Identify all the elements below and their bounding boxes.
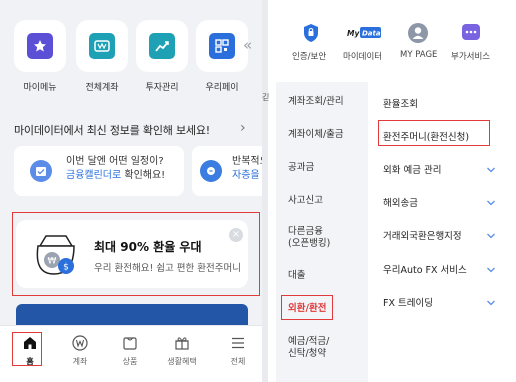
mydata-promo-row[interactable]: 마이데이터에서 최신 정보를 확인해 보세요! › [0, 114, 262, 146]
side-letter: 긷 [262, 93, 270, 102]
more-icon [460, 22, 482, 44]
tab-label: 계좌 [72, 357, 88, 366]
category-item[interactable]: 계좌이체/출금 [288, 129, 344, 141]
category-item[interactable]: 계좌조회/관리 [288, 96, 344, 108]
tab-label: 생활혜택 [167, 357, 197, 366]
card-line: 이번 달엔 어떤 일정이? [66, 156, 164, 167]
submenu-item[interactable]: 해외송금 [383, 195, 418, 209]
category-item[interactable]: 예금/적금/ 신탁/청약 [288, 336, 329, 360]
chevron-down-icon[interactable] [486, 198, 496, 208]
top-menu-security[interactable] [291, 22, 331, 44]
tab-label: 전체 [230, 357, 246, 366]
wallet-icon [89, 33, 115, 59]
category-item[interactable]: 사고신고 [288, 195, 323, 207]
scroll-left-icon[interactable]: « [243, 36, 252, 54]
quick-menu-investment[interactable] [136, 20, 188, 72]
tab-label: 상품 [122, 357, 138, 366]
tab-accounts[interactable]: 계좌 [58, 332, 102, 367]
tab-all[interactable]: 전체 [216, 332, 260, 367]
card-line: 반복적으 [232, 156, 262, 167]
card-link[interactable]: 자층을 확 [232, 170, 262, 181]
calendar-icon [30, 160, 52, 182]
top-menu-label: MY PAGE [400, 50, 438, 60]
highlight-box [12, 212, 260, 296]
shield-icon [300, 22, 322, 44]
top-menu-extra[interactable] [451, 22, 491, 44]
quick-menu-label: 마이메뉴 [23, 83, 57, 93]
mydata-promo-text: 마이데이터에서 최신 정보를 확인해 보세요! [14, 124, 210, 137]
repeat-asset-card[interactable]: 반복적으 자층을 확 [192, 146, 262, 196]
card-link[interactable]: 금융캘린더로 [66, 170, 121, 181]
quick-menu-wooripay[interactable] [196, 20, 248, 72]
finance-calendar-card[interactable]: 이번 달엔 어떤 일정이? 금융캘린더로 확인해요! [14, 146, 184, 196]
divider [262, 0, 268, 382]
category-item[interactable]: 대출 [288, 270, 305, 282]
person-icon [407, 22, 429, 44]
menu-icon [216, 332, 260, 354]
tab-benefits[interactable]: 생활혜택 [160, 332, 204, 367]
mydata-icon: My Data [346, 22, 382, 44]
chevron-down-icon[interactable] [486, 265, 496, 275]
top-menu-label: 부가서비스 [451, 52, 491, 62]
star-icon [27, 33, 53, 59]
submenu-item[interactable]: 외화 예금 관리 [383, 162, 441, 176]
coin-icon [200, 160, 222, 182]
top-menu-label: 인증/보안 [292, 52, 327, 62]
highlight-box [378, 120, 490, 146]
top-menu-mydata[interactable]: My Data [344, 22, 384, 44]
category-item[interactable]: 다른금융 (오픈뱅킹) [288, 226, 330, 250]
pay-icon [209, 33, 235, 59]
submenu-item[interactable]: 거래외국환은행지정 [383, 228, 462, 242]
quick-menu-all-accounts[interactable] [76, 20, 128, 72]
svg-text:My: My [347, 29, 360, 38]
product-icon [108, 332, 152, 354]
quick-menu-label: 우리페이 [205, 83, 239, 93]
tab-products[interactable]: 상품 [108, 332, 152, 367]
gift-icon [160, 332, 204, 354]
chevron-down-icon[interactable] [486, 298, 496, 308]
top-menu-label: 마이데이터 [343, 52, 383, 62]
highlight-box [12, 332, 42, 366]
chevron-down-icon[interactable] [486, 231, 496, 241]
card-line: 확인해요! [121, 170, 166, 181]
submenu-item[interactable]: 환율조회 [383, 96, 418, 110]
chevron-down-icon[interactable] [486, 165, 496, 175]
quick-menu-mymenu[interactable] [14, 20, 66, 72]
submenu-item[interactable]: FX 트레이딩 [383, 295, 433, 309]
chevron-right-icon: › [240, 120, 246, 136]
svg-text:Data: Data [362, 30, 381, 38]
category-item[interactable]: 공과금 [288, 162, 314, 174]
chart-icon [149, 33, 175, 59]
highlight-box [281, 295, 333, 320]
top-menu-mypage[interactable] [398, 22, 438, 44]
home-screen: « 마이메뉴 전체계좌 투자관리 우리페이 마이데이터에서 최신 정보를 확인해… [0, 0, 262, 382]
won-icon [58, 332, 102, 354]
submenu-item[interactable]: 우리Auto FX 서비스 [383, 262, 467, 276]
